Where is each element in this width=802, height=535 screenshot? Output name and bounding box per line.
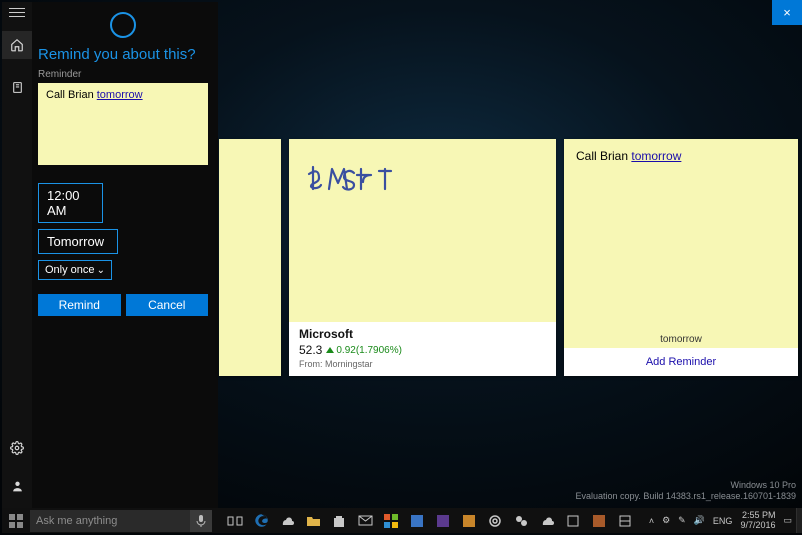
app8-icon[interactable] bbox=[564, 512, 582, 530]
show-desktop-button[interactable] bbox=[796, 508, 802, 533]
app4-icon[interactable] bbox=[460, 512, 478, 530]
stock-source: From: Morningstar bbox=[299, 359, 546, 369]
stock-insight-bar: Microsoft 52.3 0.92(1.7906%) From: Morni… bbox=[289, 322, 556, 376]
search-placeholder: Ask me anything bbox=[30, 515, 190, 527]
tray-icon-3[interactable]: 🔊 bbox=[694, 515, 705, 526]
recurrence-field[interactable]: Only once⌄ bbox=[38, 260, 112, 280]
cortana-subtitle: Reminder bbox=[38, 69, 208, 80]
app6-icon[interactable] bbox=[512, 512, 530, 530]
settings-icon[interactable] bbox=[2, 434, 32, 462]
tray-date: 9/7/2016 bbox=[740, 521, 775, 531]
app2-icon[interactable] bbox=[408, 512, 426, 530]
edge-icon[interactable] bbox=[252, 512, 270, 530]
app1-icon[interactable] bbox=[382, 512, 400, 530]
cortana-title: Remind you about this? bbox=[38, 46, 208, 63]
triangle-up-icon bbox=[326, 347, 334, 353]
cortana-logo-icon bbox=[110, 12, 136, 38]
mail-icon[interactable] bbox=[356, 512, 374, 530]
day-field[interactable]: Tomorrow bbox=[38, 229, 118, 254]
call-text: Call Brian bbox=[576, 149, 631, 163]
ink-text-icon bbox=[307, 161, 437, 201]
tray-icon-2[interactable]: ✎ bbox=[678, 515, 686, 526]
home-icon[interactable] bbox=[2, 31, 32, 59]
system-tray: ˄ ⚙ ✎ 🔊 ENG 2:55 PM 9/7/2016 ▭ bbox=[649, 511, 796, 531]
reminder-note-preview: Call Brian tomorrow bbox=[38, 83, 208, 165]
insight-label: tomorrow bbox=[564, 331, 798, 348]
task-view-icon[interactable] bbox=[226, 512, 244, 530]
microphone-icon[interactable] bbox=[190, 510, 212, 532]
app9-icon[interactable] bbox=[590, 512, 608, 530]
tray-clock[interactable]: 2:55 PM 9/7/2016 bbox=[740, 511, 775, 531]
note-text: Call Brian bbox=[46, 89, 97, 101]
hamburger-icon[interactable] bbox=[9, 8, 25, 17]
add-reminder-button[interactable]: Add Reminder bbox=[564, 348, 798, 376]
close-button[interactable]: × bbox=[772, 0, 802, 25]
app3-icon[interactable] bbox=[434, 512, 452, 530]
tray-chevron-icon[interactable]: ˄ bbox=[649, 516, 654, 526]
taskbar: Ask me anything ˄ ⚙ ✎ 🔊 ENG 2:55 PM 9/7/… bbox=[2, 508, 802, 533]
cortana-body: Remind you about this? Reminder Call Bri… bbox=[32, 2, 218, 508]
onedrive-icon[interactable] bbox=[278, 512, 296, 530]
app10-icon[interactable] bbox=[616, 512, 634, 530]
search-box[interactable]: Ask me anything bbox=[30, 510, 212, 532]
sticky-note-call[interactable]: Call Brian tomorrow tomorrow Add Reminde… bbox=[564, 139, 798, 376]
watermark: Windows 10 Pro Evaluation copy. Build 14… bbox=[576, 480, 797, 503]
ink-area[interactable] bbox=[289, 139, 556, 322]
note-link[interactable]: tomorrow bbox=[97, 89, 143, 101]
watermark-line2: Evaluation copy. Build 14383.rs1_release… bbox=[576, 491, 797, 503]
time-field[interactable]: 12:00 AM bbox=[38, 183, 103, 223]
sticky-note-msft[interactable]: Microsoft 52.3 0.92(1.7906%) From: Morni… bbox=[289, 139, 556, 376]
sticky-note-partial[interactable] bbox=[219, 139, 281, 376]
chevron-down-icon: ⌄ bbox=[97, 265, 105, 276]
feedback-icon[interactable] bbox=[2, 472, 32, 500]
remind-button[interactable]: Remind bbox=[38, 294, 121, 316]
tray-lang[interactable]: ENG bbox=[713, 516, 733, 526]
company-name: Microsoft bbox=[299, 327, 546, 341]
start-button[interactable] bbox=[2, 508, 30, 533]
app7-icon[interactable] bbox=[538, 512, 556, 530]
note-content[interactable]: Call Brian tomorrow bbox=[564, 139, 798, 331]
app5-icon[interactable] bbox=[486, 512, 504, 530]
watermark-line1: Windows 10 Pro bbox=[576, 480, 797, 492]
explorer-icon[interactable] bbox=[304, 512, 322, 530]
store-icon[interactable] bbox=[330, 512, 348, 530]
notebook-icon[interactable] bbox=[2, 73, 32, 101]
tray-icon-1[interactable]: ⚙ bbox=[662, 515, 670, 526]
recurrence-label: Only once bbox=[45, 264, 95, 276]
stock-price: 52.3 bbox=[299, 343, 322, 357]
action-center-icon[interactable]: ▭ bbox=[783, 515, 792, 526]
windows-logo-icon bbox=[9, 514, 23, 528]
cortana-panel: Remind you about this? Reminder Call Bri… bbox=[2, 2, 218, 508]
stock-delta: 0.92(1.7906%) bbox=[336, 345, 402, 356]
cancel-button[interactable]: Cancel bbox=[126, 294, 209, 316]
taskbar-apps bbox=[226, 512, 634, 530]
cortana-rail bbox=[2, 2, 32, 508]
call-link[interactable]: tomorrow bbox=[631, 149, 681, 163]
